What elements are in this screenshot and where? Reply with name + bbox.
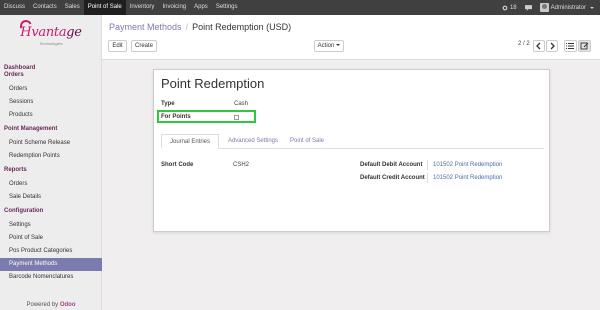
for-points-checkbox[interactable] xyxy=(234,115,239,120)
form-sheet: Point Redemption Type Cash For Points Jo… xyxy=(153,69,550,232)
sidebar-item-sessions[interactable]: Sessions xyxy=(0,96,102,109)
sidebar-item-sale-details[interactable]: Sale Details xyxy=(0,191,102,204)
chevron-left-icon xyxy=(536,42,541,50)
action-label: Action xyxy=(317,43,335,49)
chevron-right-icon xyxy=(550,42,555,50)
sidebar-item-orders[interactable]: Orders xyxy=(0,83,102,96)
sidebar-item-barcode-nomenclatures[interactable]: Barcode Nomenclatures xyxy=(0,271,102,284)
pager-next-button[interactable] xyxy=(546,40,558,52)
menu-inventory[interactable]: Inventory xyxy=(126,0,159,15)
tab-journal-entries[interactable]: Journal Entries xyxy=(161,134,219,149)
notebook-tabs: Journal Entries Advanced Settings Point … xyxy=(161,134,544,149)
powered-by: Powered by Odoo xyxy=(0,302,102,308)
powered-by-text: Powered by xyxy=(26,302,59,308)
chat-icon[interactable] xyxy=(524,4,532,11)
list-view-button[interactable] xyxy=(564,40,577,52)
credit-account-link[interactable]: 101502 Point Redemption xyxy=(433,175,502,181)
logo-text: Hvantage xyxy=(6,25,96,40)
sidebar-item-redemption-points[interactable]: Redemption Points xyxy=(0,150,102,163)
notification-count: 18 xyxy=(509,4,517,11)
pager-previous-button[interactable] xyxy=(533,40,545,52)
main-content: Payment Methods / Point Redemption (USD)… xyxy=(102,15,600,310)
for-points-label: For Points xyxy=(161,114,191,120)
tab-advanced-settings[interactable]: Advanced Settings xyxy=(225,134,281,149)
menu-discuss[interactable]: Discuss xyxy=(0,0,29,15)
sidebar-section-configuration: Configuration xyxy=(4,208,44,214)
sidebar-section-orders: Orders xyxy=(4,72,24,78)
sidebar-nav: Dashboard Orders Orders Sessions Product… xyxy=(0,65,102,284)
pager-value: 2 / 2 xyxy=(518,41,530,47)
type-label: Type xyxy=(161,101,175,107)
app-menu: Discuss Contacts Sales Point of Sale Inv… xyxy=(0,0,242,15)
menu-invoicing[interactable]: Invoicing xyxy=(158,0,190,15)
user-name: Administrator xyxy=(550,4,586,11)
breadcrumb-separator: / xyxy=(185,22,189,32)
breadcrumb-current: Point Redemption (USD) xyxy=(192,22,292,32)
odoo-link[interactable]: Odoo xyxy=(60,302,76,308)
short-code-label: Short Code xyxy=(161,162,194,168)
sidebar-item-pos-product-categories[interactable]: Pos Product Categories xyxy=(0,245,102,258)
menu-point-of-sale[interactable]: Point of Sale xyxy=(83,0,126,15)
sidebar-item-products[interactable]: Products xyxy=(0,109,102,122)
sidebar-section-reports: Reports xyxy=(4,167,27,173)
create-button[interactable]: Create xyxy=(131,40,157,52)
breadcrumb-parent[interactable]: Payment Methods xyxy=(109,22,182,32)
avatar xyxy=(539,3,549,12)
user-menu[interactable]: Administrator xyxy=(539,3,594,12)
menu-apps[interactable]: Apps xyxy=(190,0,212,15)
company-logo: Hvantage Technologies xyxy=(6,18,96,49)
chevron-down-icon xyxy=(336,44,341,47)
menu-contacts[interactable]: Contacts xyxy=(29,0,61,15)
logo-text-prefix: Hvanta xyxy=(20,25,67,40)
divider xyxy=(427,160,428,170)
logo-subtitle: Technologies xyxy=(39,41,63,46)
debit-account-label: Default Debit Account xyxy=(360,162,423,168)
sidebar-item-payment-methods[interactable]: Payment Methods xyxy=(0,258,102,271)
sidebar-item-point-of-sale[interactable]: Point of Sale xyxy=(0,232,102,245)
form-view-button[interactable] xyxy=(578,40,591,52)
edit-button[interactable]: Edit xyxy=(108,40,127,52)
sidebar-item-report-orders[interactable]: Orders xyxy=(0,178,102,191)
list-icon xyxy=(566,43,574,49)
sidebar: Hvantage Technologies Dashboard Orders O… xyxy=(0,15,102,310)
chevron-down-icon xyxy=(590,6,594,9)
action-dropdown[interactable]: Action xyxy=(314,40,344,52)
notifications[interactable]: 18 xyxy=(502,5,517,11)
control-panel: Payment Methods / Point Redemption (USD)… xyxy=(102,15,600,60)
sidebar-section-point-management: Point Management xyxy=(4,126,58,132)
short-code-value: CSH2 xyxy=(233,162,250,168)
logo-text-suffix: ge xyxy=(66,25,82,40)
bell-icon xyxy=(502,5,508,11)
edit-form-icon xyxy=(580,42,589,50)
breadcrumb: Payment Methods / Point Redemption (USD) xyxy=(109,22,291,32)
record-title: Point Redemption xyxy=(161,76,265,91)
credit-account-label: Default Credit Account xyxy=(360,175,425,181)
type-value: Cash xyxy=(234,101,249,107)
menu-settings[interactable]: Settings xyxy=(212,0,242,15)
sidebar-item-settings[interactable]: Settings xyxy=(0,219,102,232)
sidebar-section-dashboard[interactable]: Dashboard xyxy=(0,65,102,72)
sidebar-item-point-scheme-release[interactable]: Point Scheme Release xyxy=(0,137,102,150)
tab-point-of-sale[interactable]: Point of Sale xyxy=(287,134,327,149)
topbar-right: 18 Administrator xyxy=(502,0,594,15)
debit-account-link[interactable]: 101502 Point Redemption xyxy=(433,162,502,168)
menu-sales[interactable]: Sales xyxy=(61,0,84,15)
divider xyxy=(427,173,428,183)
top-navbar: Discuss Contacts Sales Point of Sale Inv… xyxy=(0,0,600,15)
